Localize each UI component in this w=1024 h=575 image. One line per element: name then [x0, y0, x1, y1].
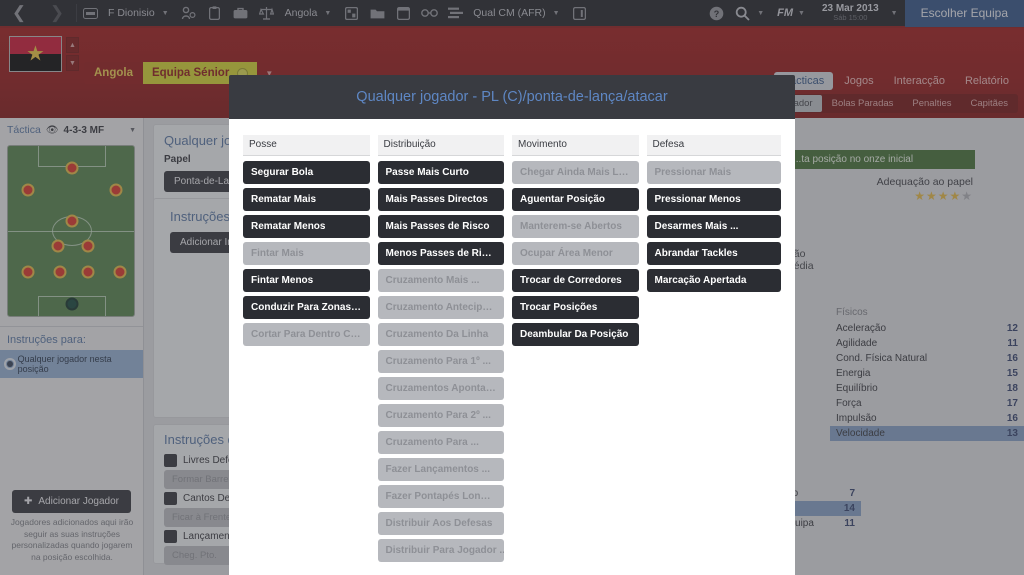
- option-segurar-bola[interactable]: Segurar Bola: [243, 161, 370, 184]
- column-header-posse: Posse: [243, 135, 370, 156]
- option-menos-passes-de-risco[interactable]: Menos Passes de Risco: [377, 242, 504, 265]
- option-cruzamento-para-primeiro[interactable]: Cruzamento Para 1º ...: [377, 350, 504, 373]
- option-passe-mais-curto[interactable]: Passe Mais Curto: [377, 161, 504, 184]
- option-deambular-da-posicao[interactable]: Deambular Da Posição: [512, 323, 639, 346]
- option-cruzamento-mais[interactable]: Cruzamento Mais ...: [377, 269, 504, 292]
- dialog-title: Qualquer jogador - PL (C)/ponta-de-lança…: [356, 89, 668, 105]
- option-ocupar-area-menor[interactable]: Ocupar Área Menor: [512, 242, 639, 265]
- option-rematar-mais[interactable]: Rematar Mais: [243, 188, 370, 211]
- option-cruzamento-para-segundo[interactable]: Cruzamento Para 2º ...: [377, 404, 504, 427]
- option-mais-passes-de-risco[interactable]: Mais Passes de Risco: [377, 215, 504, 238]
- option-manterem-se-abertos[interactable]: Manterem-se Abertos: [512, 215, 639, 238]
- dialog-body: Posse Segurar Bola Rematar Mais Rematar …: [229, 119, 795, 575]
- option-desarmes-mais[interactable]: Desarmes Mais ...: [646, 215, 781, 238]
- option-distribuir-para-jogador-label: Distribuir Para Jogador ...: [385, 545, 505, 556]
- instruction-columns: Posse Segurar Bola Rematar Mais Rematar …: [243, 135, 781, 566]
- option-cortar-para-dentro[interactable]: Cortar Para Dentro Com ...: [243, 323, 370, 346]
- column-movimento: Movimento Chegar Ainda Mais Longe Aguent…: [512, 135, 647, 566]
- column-header-movimento: Movimento: [512, 135, 639, 156]
- option-chegar-ainda-mais-longe[interactable]: Chegar Ainda Mais Longe: [512, 161, 639, 184]
- column-header-distribuicao: Distribuição: [377, 135, 504, 156]
- option-rematar-menos[interactable]: Rematar Menos: [243, 215, 370, 238]
- option-pressionar-mais[interactable]: Pressionar Mais: [646, 161, 781, 184]
- dialog-header: Qualquer jogador - PL (C)/ponta-de-lança…: [229, 75, 795, 119]
- option-fazer-pontapes-longos[interactable]: Fazer Pontapés Longos: [377, 485, 504, 508]
- option-abrandar-tackles[interactable]: Abrandar Tackles: [646, 242, 781, 265]
- option-distribuir-aos-defesas[interactable]: Distribuir Aos Defesas: [377, 512, 504, 535]
- column-posse: Posse Segurar Bola Rematar Mais Rematar …: [243, 135, 378, 566]
- option-trocar-de-corredores[interactable]: Trocar de Corredores: [512, 269, 639, 292]
- option-cruzamento-para[interactable]: Cruzamento Para ...: [377, 431, 504, 454]
- option-trocar-posicoes[interactable]: Trocar Posições: [512, 296, 639, 319]
- option-fintar-mais[interactable]: Fintar Mais: [243, 242, 370, 265]
- option-cruzamento-da-linha[interactable]: Cruzamento Da Linha: [377, 323, 504, 346]
- option-conduzir-para-zonas[interactable]: Conduzir Para Zonas ...: [243, 296, 370, 319]
- option-fintar-menos[interactable]: Fintar Menos: [243, 269, 370, 292]
- option-fazer-lancamentos[interactable]: Fazer Lançamentos ...: [377, 458, 504, 481]
- option-mais-passes-directos[interactable]: Mais Passes Directos: [377, 188, 504, 211]
- option-marcacao-apertada[interactable]: Marcação Apertada: [646, 269, 781, 292]
- option-distribuir-para-jogador[interactable]: Distribuir Para Jogador ... ▼: [377, 539, 505, 562]
- option-pressionar-menos[interactable]: Pressionar Menos: [646, 188, 781, 211]
- option-aguentar-posicao[interactable]: Aguentar Posição: [512, 188, 639, 211]
- option-cruzamentos-apontar[interactable]: Cruzamentos Apontar A...: [377, 377, 504, 400]
- column-distribuicao: Distribuição Passe Mais Curto Mais Passe…: [377, 135, 513, 566]
- player-instructions-dialog: Qualquer jogador - PL (C)/ponta-de-lança…: [229, 75, 795, 575]
- option-cruzamento-antecipado[interactable]: Cruzamento Antecipado: [377, 296, 504, 319]
- column-header-defesa: Defesa: [646, 135, 781, 156]
- column-defesa: Defesa Pressionar Mais Pressionar Menos …: [646, 135, 781, 566]
